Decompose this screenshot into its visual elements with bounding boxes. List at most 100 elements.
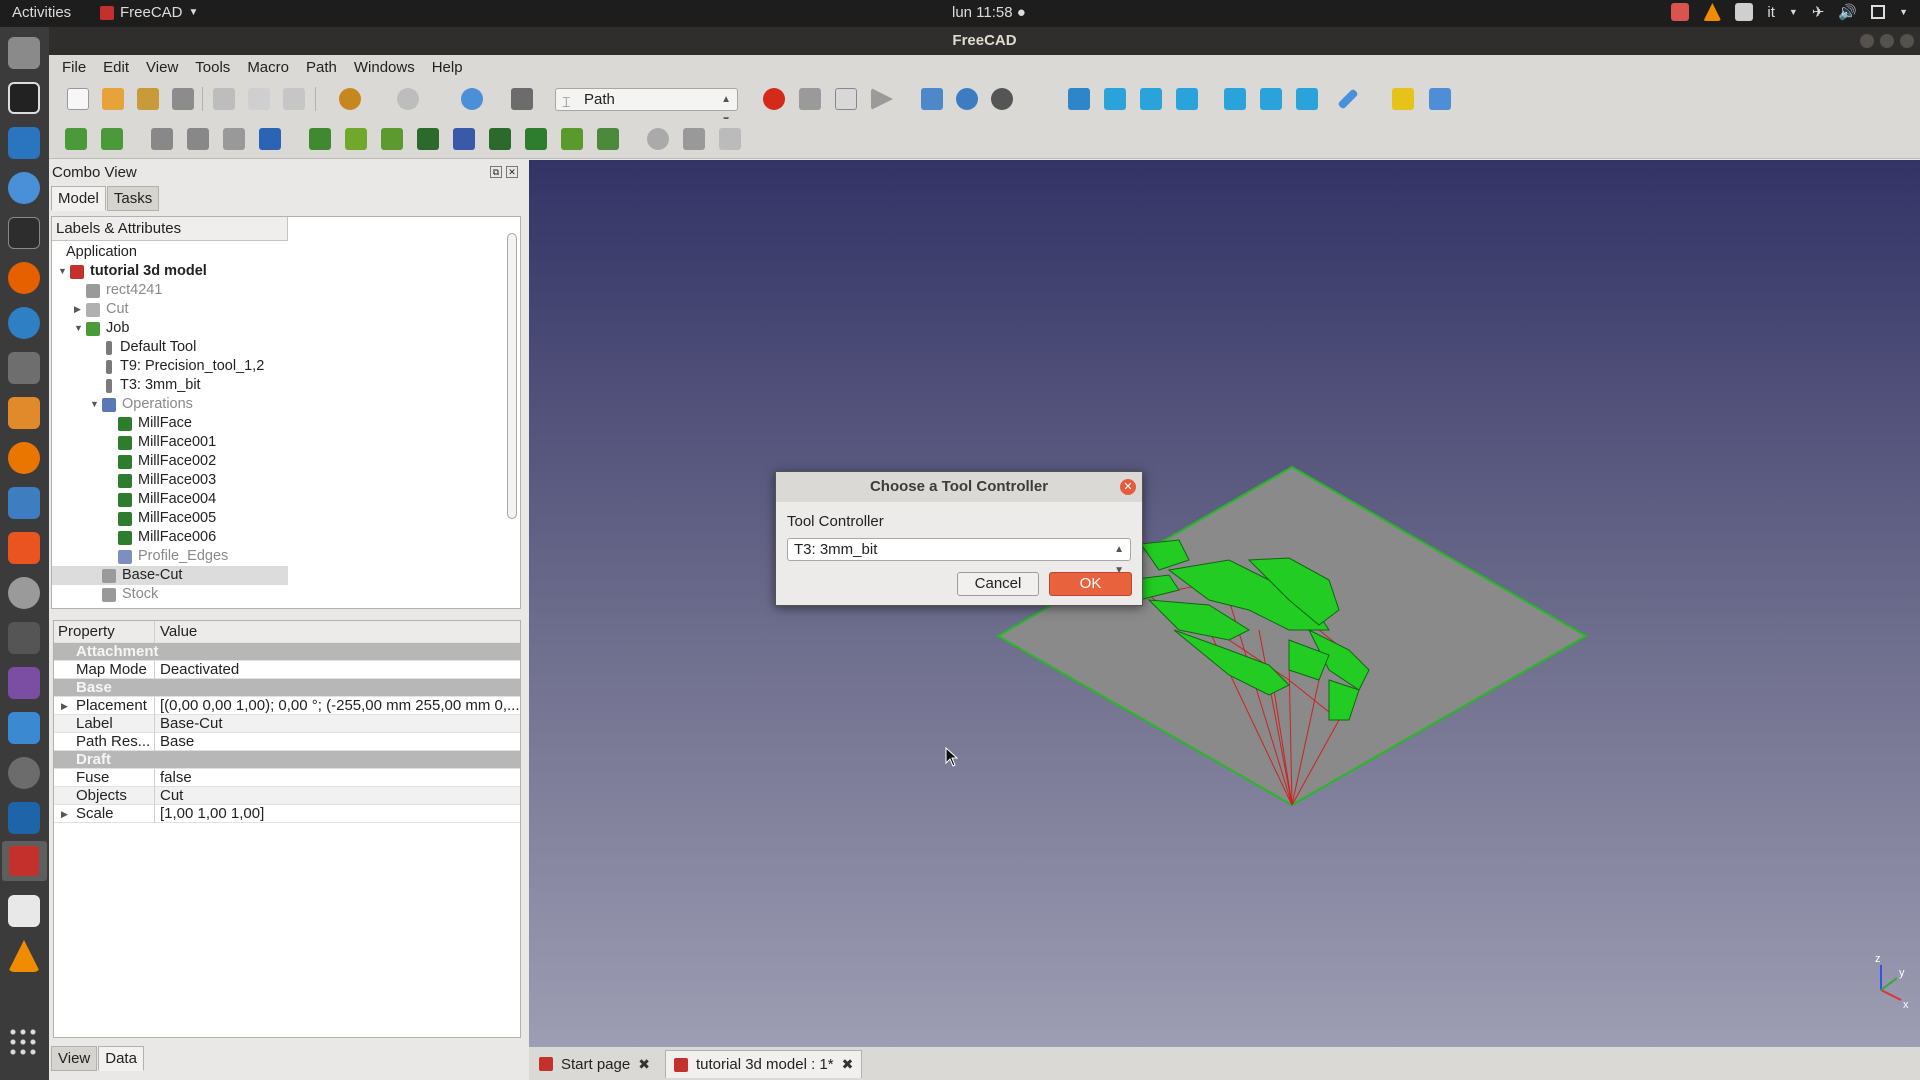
eye-icon[interactable] [8,757,40,789]
settings-icon[interactable] [8,577,40,609]
vlc-icon[interactable] [1703,3,1722,21]
menu-tools[interactable]: Tools [195,59,230,76]
expanded-arrow-icon[interactable]: ▼ [74,319,86,338]
adaptive-icon[interactable] [597,128,619,150]
property-row[interactable]: Objects Cut [54,787,520,805]
close-panel-icon[interactable]: ✕ [506,166,518,178]
maximize-icon[interactable] [1880,34,1894,48]
tree-item[interactable]: MillFace003 [52,471,492,490]
drill-icon[interactable] [525,128,547,150]
text-editor-icon[interactable] [8,895,40,927]
property-value[interactable]: Cut [156,787,520,805]
helix-icon[interactable] [453,128,475,150]
tab-data[interactable]: Data [98,1046,144,1071]
property-row[interactable]: Map Mode Deactivated [54,661,520,679]
tree-item[interactable]: Base-Cut [52,566,288,585]
profile-icon[interactable] [309,128,331,150]
property-row[interactable]: Fuse false [54,769,520,787]
files-icon[interactable] [8,37,40,69]
tree-item[interactable]: MillFace001 [52,433,492,452]
property-row[interactable]: Path Res... Base [54,733,520,751]
drawing-icon[interactable] [8,397,40,429]
float-panel-icon[interactable]: ⧉ [490,166,502,178]
inkscape-icon[interactable] [8,82,40,114]
tree-item[interactable]: ▶ Cut [52,300,492,319]
property-value[interactable]: Base-Cut [156,715,520,733]
tree-item[interactable]: ▼ Operations [52,395,492,414]
3d-viewport[interactable]: z y x [529,160,1920,1047]
airplane-icon[interactable]: ✈ [1812,3,1825,21]
freecad-dock-icon[interactable] [2,841,47,881]
expanded-arrow-icon[interactable]: ▼ [58,262,70,281]
menu-edit[interactable]: Edit [103,59,129,76]
copy-icon[interactable] [248,88,270,110]
expanded-arrow-icon[interactable]: ▼ [90,395,102,414]
rear-view-icon[interactable] [1224,88,1246,110]
print-icon[interactable] [172,88,194,110]
tree-scrollbar[interactable] [506,221,518,607]
app-menu[interactable]: FreeCAD ▼ [100,4,198,21]
property-row[interactable]: Label Base-Cut [54,715,520,733]
software-center-icon[interactable] [8,532,40,564]
close-window-icon[interactable] [1900,34,1914,48]
sanity-icon[interactable] [223,128,245,150]
deburr-icon[interactable] [719,128,741,150]
chromium-icon[interactable] [8,172,40,204]
tree-item[interactable]: Application [52,243,492,262]
stop-macro-icon[interactable] [799,88,821,110]
undo-icon[interactable] [339,88,361,110]
menu-view[interactable]: View [146,59,178,76]
property-group[interactable]: Draft [54,751,520,769]
camera-icon[interactable] [8,622,40,654]
cancel-button[interactable]: Cancel [957,572,1039,596]
property-group[interactable]: Base [54,679,520,697]
top-view-icon[interactable] [1140,88,1162,110]
virtualbox-icon[interactable] [8,802,40,834]
job-icon[interactable] [65,128,87,150]
tree-item[interactable]: T9: Precision_tool_1,2 [52,357,492,376]
menu-macro[interactable]: Macro [247,59,289,76]
part-icon[interactable] [1392,88,1414,110]
new-document-icon[interactable] [67,88,89,110]
activities-button[interactable]: Activities [12,4,71,21]
screen-record-icon[interactable] [1671,3,1690,21]
clipboard-icon[interactable] [1735,3,1754,21]
front-view-icon[interactable] [1104,88,1126,110]
blender-icon[interactable] [8,442,40,474]
whats-this-icon[interactable] [511,88,533,110]
property-value[interactable]: [(0,00 0,00 1,00); 0,00 °; (-255,00 mm 2… [156,697,520,715]
tree-item[interactable]: T3: 3mm_bit [52,376,492,395]
post-process-icon[interactable] [101,128,123,150]
keyboard-layout[interactable]: it [1767,4,1775,21]
scrollbar-thumb[interactable] [507,233,517,519]
tab-tutorial-3d-model[interactable]: tutorial 3d model : 1* ✖ [665,1050,863,1078]
tree-item[interactable]: ▼ Job [52,319,492,338]
battery-icon[interactable] [1871,5,1886,19]
measure-icon[interactable] [1337,88,1359,110]
tab-model[interactable]: Model [51,186,106,211]
video-editor-icon[interactable] [8,667,40,699]
open-icon[interactable] [102,88,124,110]
refresh-icon[interactable] [461,88,483,110]
property-value[interactable]: Base [156,733,520,751]
record-macro-icon[interactable] [763,88,785,110]
tree-item[interactable]: rect4241 [52,281,492,300]
app-grid-icon[interactable] [8,1027,40,1059]
bottom-view-icon[interactable] [1260,88,1282,110]
minimize-icon[interactable] [1860,34,1874,48]
vlc-dock-icon[interactable] [8,940,40,972]
tree-item[interactable]: Default Tool [52,338,492,357]
close-tab-icon[interactable]: ✖ [638,1056,650,1073]
edit-macro-icon[interactable] [835,88,857,110]
run-macro-icon[interactable] [871,88,893,110]
tree-item[interactable]: MillFace004 [52,490,492,509]
volume-icon[interactable]: 🔊 [1838,3,1857,21]
writer-icon[interactable] [8,127,40,159]
collapsed-arrow-icon[interactable]: ▶ [74,300,86,319]
tree-item[interactable]: Stock [52,585,492,604]
simulator-icon[interactable] [259,128,281,150]
tree-item[interactable]: MillFace006 [52,528,492,547]
tree-column-header[interactable]: Labels & Attributes [52,217,288,241]
menu-file[interactable]: File [62,59,86,76]
tool-controller-select[interactable]: T3: 3mm_bit ▲ ▼ [787,538,1131,576]
